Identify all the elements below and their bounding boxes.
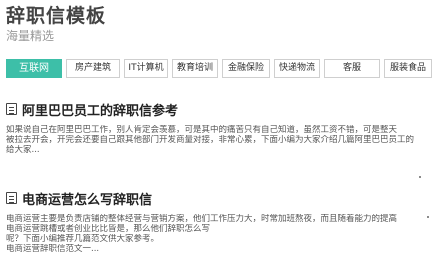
- site-title: 辞职信模板: [6, 5, 107, 27]
- article-summary: 电商运营主要是负责店铺的整体经营与营销方案，他们工作压力大，时常加班熬夜，而且随…: [6, 214, 398, 254]
- article-title-link[interactable]: 阿里巴巴员工的辞职信参考: [22, 100, 178, 119]
- decorative-dot: [419, 176, 421, 178]
- nav-tab-education[interactable]: 教育培训: [172, 59, 218, 78]
- document-icon: [6, 192, 17, 204]
- nav-tab-customer-service[interactable]: 客服: [324, 59, 380, 78]
- article-title-link[interactable]: 电商运营怎么写辞职信: [22, 189, 152, 208]
- document-icon: [6, 103, 17, 115]
- nav-tab-food-clothing[interactable]: 服装食品: [384, 59, 432, 78]
- decorative-dot: [427, 216, 429, 218]
- nav-tab-it[interactable]: IT计算机: [124, 59, 168, 78]
- site-subtitle: 海量精选: [6, 29, 55, 43]
- nav-tab-internet[interactable]: 互联网: [6, 59, 62, 78]
- category-nav: 互联网 房产建筑 IT计算机 教育培训 金融保险 快递物流 客服 服装食品: [6, 59, 445, 78]
- article-summary: 如果说自己在阿里巴巴工作，别人肯定会羡慕，可是其中的痛苦只有自己知道，虽然工资不…: [6, 125, 415, 155]
- article-card: 电商运营怎么写辞职信 电商运营主要是负责店铺的整体经营与营销方案，他们工作压力大…: [6, 189, 442, 254]
- nav-tab-logistics[interactable]: 快递物流: [274, 59, 320, 78]
- nav-tab-real-estate[interactable]: 房产建筑: [66, 59, 120, 78]
- article-card: 阿里巴巴员工的辞职信参考 如果说自己在阿里巴巴工作，别人肯定会羡慕，可是其中的痛…: [6, 100, 442, 155]
- nav-tab-finance[interactable]: 金融保险: [222, 59, 270, 78]
